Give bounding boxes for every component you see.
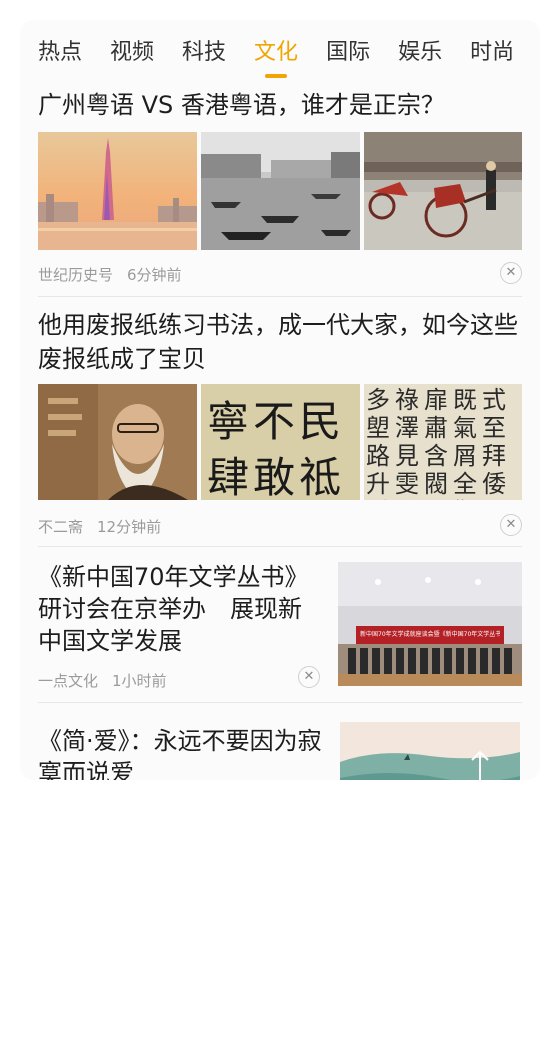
tab-hot[interactable]: 热点 (38, 38, 82, 68)
article-2-title-line-2[interactable]: 废报纸成了宝贝 (38, 342, 206, 376)
conference-photo[interactable]: 新中国70年文学成就座谈会暨《新中国70年文学丛书》研讨会 (338, 562, 522, 686)
article-2-title-line-1[interactable]: 他用废报纸练习书法，成一代大家，如今这些 (38, 308, 518, 342)
article-3-meta: 一点文化 1小时前 (38, 670, 181, 691)
old-harbor-photo[interactable] (201, 132, 360, 250)
article-4-title-line-1[interactable]: 《简·爱》：永远不要因为寂 (38, 724, 322, 758)
article-3-source: 一点文化 (38, 672, 99, 690)
article-2-time: 12分钟前 (97, 518, 162, 536)
article-3-title-line-3[interactable]: 中国文学发展 (38, 624, 182, 658)
tab-culture[interactable]: 文化 (254, 38, 298, 78)
article-4-title-line-2[interactable]: 寞而说爱 (38, 756, 134, 780)
divider (38, 702, 522, 703)
old-calligrapher-photo[interactable] (38, 384, 197, 500)
tab-tech[interactable]: 科技 (182, 38, 226, 68)
calligraphy-row-2: 肆敢祗 (207, 453, 346, 500)
category-tabs: 热点 视频 科技 文化 国际 娱乐 时尚 (38, 38, 540, 78)
article-2-meta: 不二斋 12分钟前 (38, 516, 175, 537)
article-1-time: 6分钟前 (127, 266, 182, 284)
article-2-source: 不二斋 (38, 518, 84, 536)
calligraphy-photo[interactable]: 寧不民 肆敢祗 (201, 384, 360, 500)
active-tab-indicator (265, 74, 288, 78)
tab-video[interactable]: 视频 (110, 38, 154, 68)
dismiss-article-2-button[interactable]: ✕ (500, 514, 522, 536)
dismiss-article-3-button[interactable]: ✕ (298, 666, 320, 688)
canton-tower-photo[interactable] (38, 132, 197, 250)
divider (38, 296, 522, 297)
divider (38, 546, 522, 547)
dismiss-article-1-button[interactable]: ✕ (500, 262, 522, 284)
article-3-title-line-1[interactable]: 《新中国70年文学丛书》 (38, 560, 309, 594)
article-3-title-line-2[interactable]: 研讨会在京举办 展现新 (38, 592, 302, 626)
article-3-time: 1小时前 (112, 672, 167, 690)
calligraphy-row-1: 寧不民 (207, 397, 346, 446)
rickshaw-photo[interactable] (364, 132, 522, 250)
tab-international[interactable]: 国际 (326, 38, 370, 68)
article-1-title[interactable]: 广州粤语 VS 香港粤语，谁才是正宗？ (38, 88, 445, 122)
calligraphy-script-photo[interactable]: 多祿扉既式塱澤肅氣至路見含屑拜升雯閥全倭手堂跽觀 (364, 384, 522, 500)
landscape-painting[interactable] (340, 722, 520, 780)
article-1-meta: 世纪历史号 6分钟前 (38, 264, 196, 285)
article-1-source: 世纪历史号 (38, 266, 114, 284)
tab-entertainment[interactable]: 娱乐 (398, 38, 442, 68)
calligraphy-script-text: 多祿扉既式塱澤肅氣至路見含屑拜升雯閥全倭手堂跽觀 (366, 386, 511, 500)
tab-fashion[interactable]: 时尚 (470, 38, 514, 68)
news-feed-card: 热点 视频 科技 文化 国际 娱乐 时尚 广州粤语 VS 香港粤语，谁才是正宗？ (20, 20, 540, 780)
